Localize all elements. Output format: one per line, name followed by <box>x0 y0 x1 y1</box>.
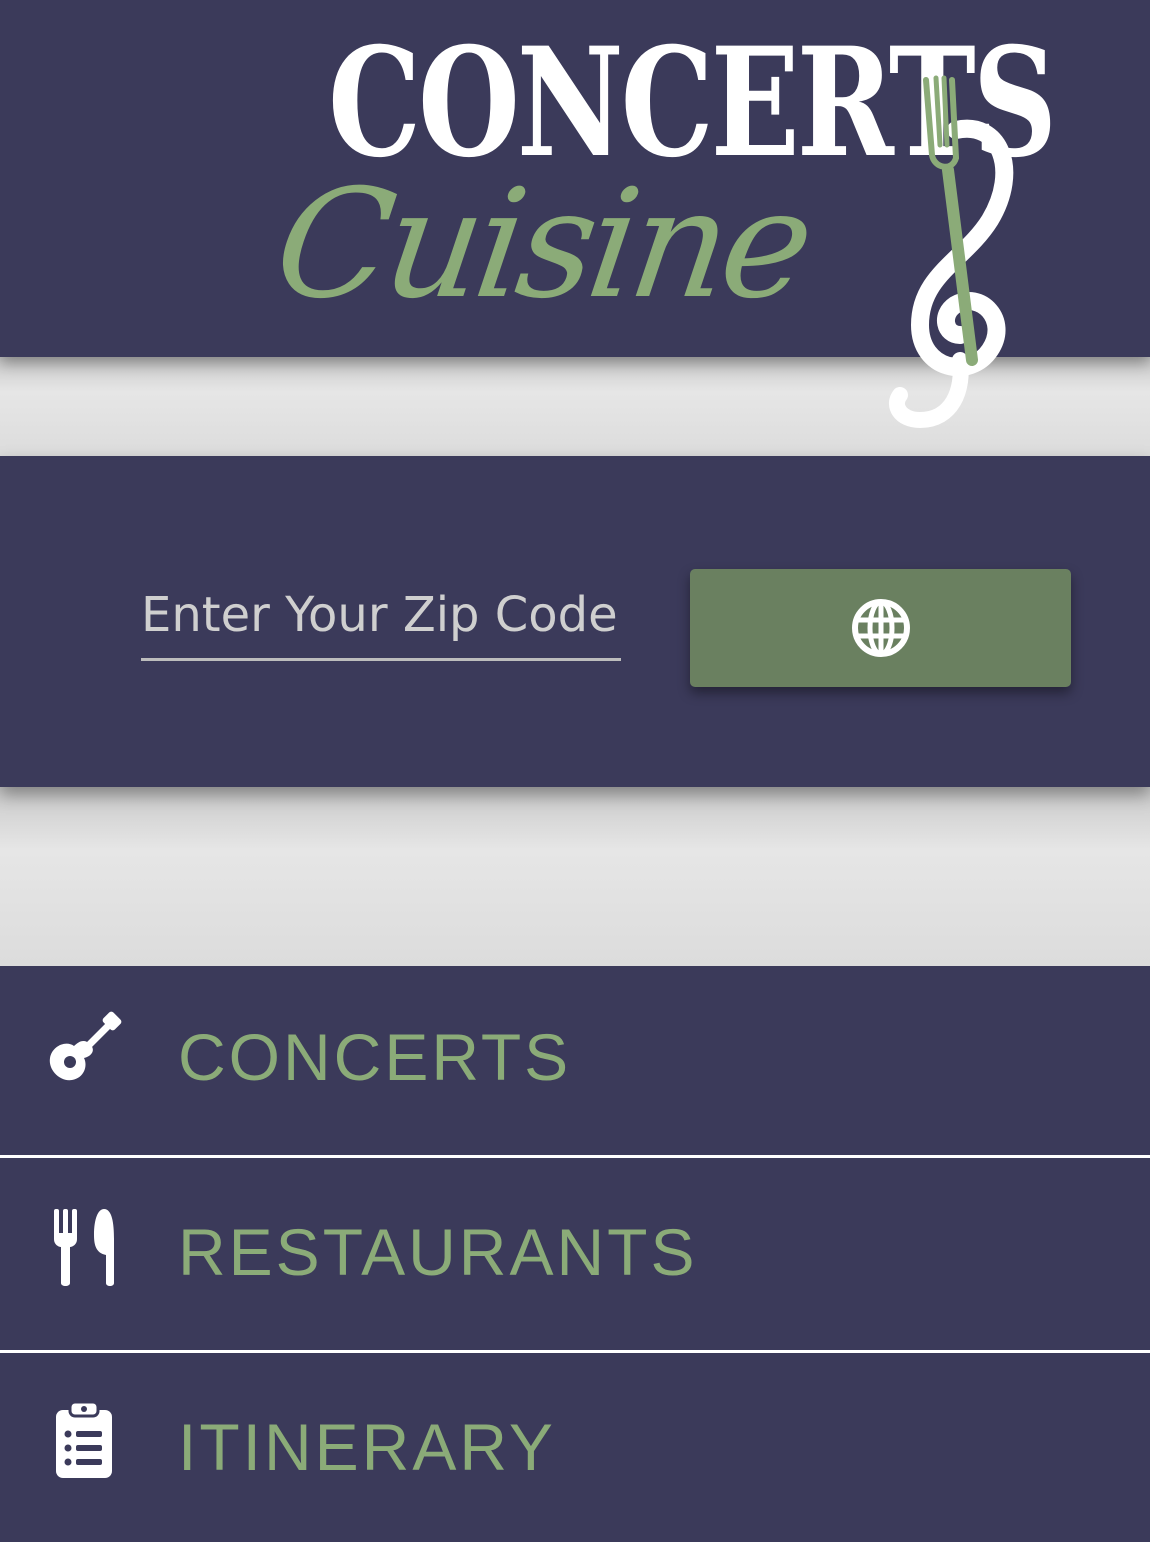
menu-label: RESTAURANTS <box>178 1215 698 1289</box>
utensils-icon <box>54 1209 114 1286</box>
search-location-button[interactable] <box>690 569 1071 687</box>
menu-item-itinerary[interactable]: ITINERARY <box>0 1356 1150 1542</box>
menu-item-concerts[interactable]: CONCERTS <box>0 966 1150 1158</box>
zip-search-section <box>0 456 1150 787</box>
menu-label: ITINERARY <box>178 1410 556 1484</box>
menu-item-restaurants[interactable]: RESTAURANTS <box>0 1161 1150 1353</box>
main-menu: CONCERTS RESTAURANTS ITINERARY <box>0 966 1150 1542</box>
app-screen: CONCERTS Cuisine Enter Your Zip Code CON… <box>0 0 1150 1542</box>
gap-band <box>0 787 1150 966</box>
globe-icon <box>851 599 910 657</box>
guitar-icon <box>49 1011 122 1081</box>
zip-code-input[interactable] <box>141 571 621 661</box>
clipboard-list-icon <box>56 1400 112 1478</box>
menu-label: CONCERTS <box>178 1020 572 1094</box>
logo-text-cuisine: Cuisine <box>265 158 818 332</box>
treble-clef-fork-icon <box>889 75 1014 429</box>
app-logo: CONCERTS Cuisine <box>265 20 1057 430</box>
